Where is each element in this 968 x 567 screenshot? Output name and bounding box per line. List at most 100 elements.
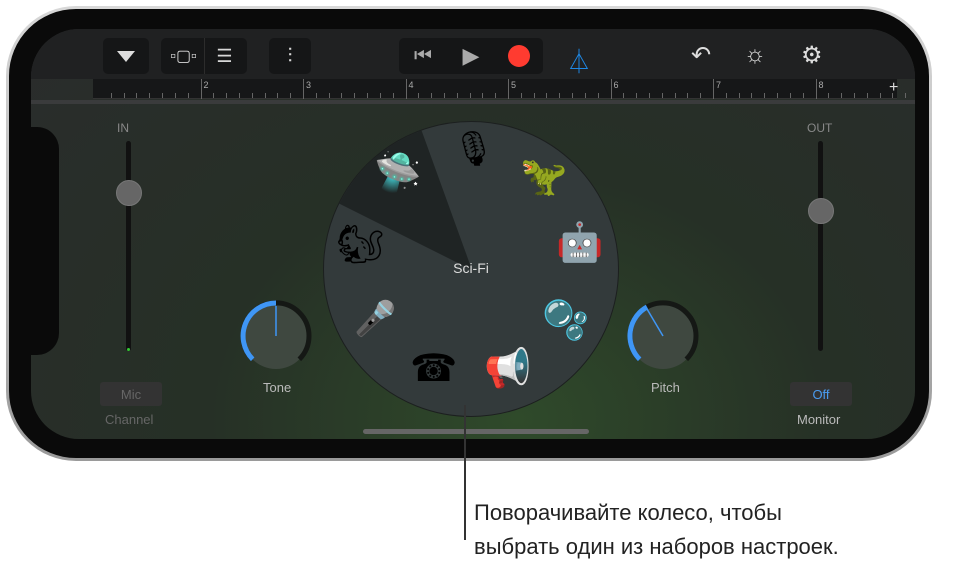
handheld-mic-preset-icon[interactable]: 🎤 [354,302,396,336]
ruler-minor-tick [623,93,625,98]
ruler-minor-tick [751,93,753,98]
ruler-minor-tick [738,93,740,98]
ruler-bar-tick [405,79,407,99]
tone-label: Tone [263,380,292,395]
ruler-minor-tick [495,93,497,98]
ruler-minor-tick [905,93,907,98]
ruler-bar-tick [815,79,817,99]
ruler-minor-tick [700,93,702,98]
ruler-minor-tick [572,93,574,98]
ufo-preset-icon[interactable]: 🛸 [374,154,421,192]
pitch-label: Pitch [651,380,680,395]
mixer-button[interactable]: ⫶ [269,38,311,74]
ruler-bar-tick [508,79,509,99]
bubbles-preset-icon[interactable]: 🫧 [542,302,589,340]
input-slider-thumb[interactable] [116,180,142,206]
pitch-knob[interactable] [623,296,703,376]
ruler-bar-tick [200,79,202,99]
ruler-minor-tick [841,93,843,98]
add-section-button[interactable]: + [889,79,898,97]
input-label: IN [117,121,129,135]
ruler-minor-tick [379,93,381,98]
ruler-minor-tick [687,93,689,98]
output-level-slider[interactable] [818,141,823,351]
tracks-view-icon[interactable]: ▫▢▫ [164,46,204,66]
ruler-minor-tick [264,93,266,98]
ruler-minor-tick [123,93,125,98]
play-icon[interactable]: ▶ [447,43,495,69]
mixer-icon: ⫶ [287,44,293,67]
ruler-minor-tick [290,93,292,98]
timeline-ruler[interactable]: 2 3 4 5 6 7 8 [93,79,907,99]
ruler-minor-tick [392,93,394,98]
ruler-minor-tick [187,93,189,98]
record-icon[interactable] [495,45,543,67]
ruler-minor-tick [674,93,676,98]
ruler-minor-tick [277,93,279,98]
ruler-minor-tick [418,93,420,98]
ruler-minor-tick [315,93,317,98]
ruler-minor-tick [777,93,779,98]
rewind-icon[interactable]: ⏮ [399,45,447,68]
ruler-bar-number: 4 [408,80,414,90]
ruler-minor-tick [328,93,330,98]
megaphone-preset-icon[interactable]: 📢 [484,350,531,388]
ruler-minor-tick [213,93,215,98]
triangle-down-icon [117,50,135,62]
ruler-minor-tick [648,93,650,98]
undo-icon[interactable]: ↶ [691,41,711,70]
ruler-minor-tick [802,93,804,98]
output-slider-thumb[interactable] [808,198,834,224]
ruler-minor-tick [162,93,164,98]
ruler-minor-tick [661,93,663,98]
monitor-toggle-button[interactable]: Off [790,382,852,406]
ruler-minor-tick [238,93,240,98]
ruler-bar-tick [303,79,304,99]
ruler-bar-number: 7 [716,80,722,90]
input-level-slider[interactable] [126,141,131,351]
ruler-minor-tick [520,93,522,98]
ruler-minor-tick [443,93,445,98]
ruler-minor-tick [431,93,433,98]
ruler-bar-number: 5 [511,80,517,90]
preset-wheel[interactable]: Sci-Fi 🛸 🎙 🦖 🤖 🫧 📢 ☎ 🎤 🐿 [323,121,619,417]
tone-knob[interactable] [236,296,316,376]
settings-icon[interactable]: ⚙ [801,41,823,70]
channel-mic-button[interactable]: Mic [100,382,162,406]
ruler-minor-tick [533,93,535,98]
master-volume-icon[interactable]: ☼ [744,41,766,69]
squirrel-preset-icon[interactable]: 🐿 [336,226,384,264]
garageband-screen: ▫▢▫ ☰ ⫶ ⏮ ▶ ⏃ ↶ ☼ ⚙ 2 3 4 5 6 7 8 + IN Mic Cha… [31,29,915,439]
ruler-minor-tick [341,93,343,98]
callout-line [464,405,466,540]
ruler-minor-tick [469,93,471,98]
ruler-minor-tick [482,93,484,98]
output-label: OUT [807,121,833,135]
ruler-minor-tick [559,93,561,98]
browser-button[interactable] [103,38,149,74]
ruler-bar-tick [610,79,612,99]
ruler-minor-tick [879,93,881,98]
robot-preset-icon[interactable]: 🤖 [556,224,603,262]
ruler-minor-tick [764,93,766,98]
ruler-minor-tick [546,93,548,98]
ruler-minor-tick [251,93,253,98]
ruler-minor-tick [789,93,791,98]
ruler-minor-tick [597,93,599,98]
ruler-minor-tick [828,93,830,98]
list-view-icon[interactable]: ☰ [205,46,245,67]
ruler-minor-tick [110,93,112,98]
notch [25,127,59,355]
callout-text: Поворачивайте колесо, чтобы выбрать один… [474,500,839,559]
ruler-minor-tick [149,93,151,98]
metronome-icon[interactable]: ⏃ [567,42,591,77]
ruler-minor-tick [456,93,458,98]
view-buttons: ▫▢▫ ☰ [161,38,247,74]
monitor-caption: Monitor [797,412,841,427]
telephone-preset-icon[interactable]: ☎ [410,350,457,388]
ruler-bar-tick [713,79,714,99]
ruler-minor-tick [136,93,138,98]
toolbar: ▫▢▫ ☰ ⫶ ⏮ ▶ ⏃ ↶ ☼ ⚙ [31,29,915,79]
microphone-preset-icon[interactable]: 🎙 [452,132,495,166]
monster-preset-icon[interactable]: 🦖 [520,158,567,196]
